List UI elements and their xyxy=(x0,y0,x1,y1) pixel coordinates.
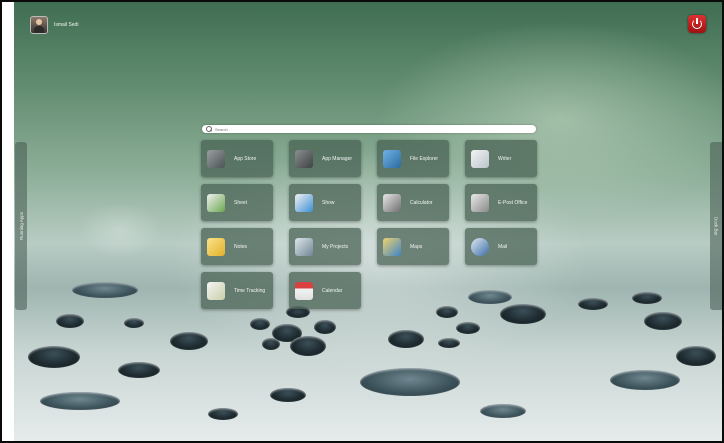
water-drop xyxy=(632,292,662,304)
calendar-icon xyxy=(295,281,313,300)
app-tile-label: E-Post Office xyxy=(498,199,528,206)
app-store-icon xyxy=(207,149,225,168)
app-tile-label: Sheet xyxy=(234,199,248,206)
e-post-office-icon xyxy=(471,193,489,212)
app-tile-e-post-office[interactable]: E-Post Office xyxy=(465,184,537,221)
app-tile-my-projects[interactable]: My Projects xyxy=(289,228,361,265)
search-icon xyxy=(206,126,212,132)
search-bar[interactable] xyxy=(202,125,536,133)
app-tile-label: Calendar xyxy=(322,287,343,294)
water-drop xyxy=(610,370,680,390)
app-tile-writer[interactable]: Writer xyxy=(465,140,537,177)
water-drop xyxy=(170,332,208,350)
calculator-icon xyxy=(383,193,401,212)
app-tile-calculator[interactable]: Calculator xyxy=(377,184,449,221)
app-tile-label: File Explorer xyxy=(410,155,439,162)
app-tile-label: Notes xyxy=(234,243,248,250)
water-drop xyxy=(644,312,682,330)
water-drop xyxy=(72,282,138,298)
search-input[interactable] xyxy=(215,125,515,133)
water-drop xyxy=(578,298,608,310)
water-drop xyxy=(500,304,546,324)
app-tile-notes[interactable]: Notes xyxy=(201,228,273,265)
power-button[interactable] xyxy=(688,15,706,33)
maps-icon xyxy=(383,237,401,256)
app-tile-label: Maps xyxy=(410,243,423,250)
app-tile-label: App Store xyxy=(234,155,257,162)
app-tile-show[interactable]: Show xyxy=(289,184,361,221)
water-drop xyxy=(40,392,120,410)
dock-bar-label: Dock Bar xyxy=(713,216,719,236)
app-tile-label: Calculator xyxy=(410,199,433,206)
water-drop xyxy=(468,290,512,304)
water-drop xyxy=(28,346,80,368)
app-tile-label: Time Tracking xyxy=(234,287,266,294)
water-drop xyxy=(56,314,84,328)
time-tracking-icon xyxy=(207,281,225,300)
app-tile-label: Mail xyxy=(498,243,508,250)
my-projects-icon xyxy=(295,237,313,256)
show-icon xyxy=(295,193,313,212)
app-tile-mail[interactable]: Mail xyxy=(465,228,537,265)
water-drop xyxy=(118,362,160,378)
user-name: Ismail Sedi xyxy=(54,22,79,28)
running-apps-label: Running Apps xyxy=(18,211,24,241)
water-drop xyxy=(290,336,326,356)
water-drop xyxy=(456,322,480,334)
water-drop xyxy=(480,404,526,418)
dock-bar-tab[interactable]: Dock Bar xyxy=(710,142,722,310)
water-drop xyxy=(360,368,460,396)
app-tile-time-tracking[interactable]: Time Tracking xyxy=(201,272,273,309)
app-tile-app-store[interactable]: App Store xyxy=(201,140,273,177)
sheet-icon xyxy=(207,193,225,212)
desktop-background: Ismail Sedi Running Apps Dock Bar App St… xyxy=(0,0,724,443)
app-tile-label: App Manager xyxy=(322,155,353,162)
app-tile-label: Show xyxy=(322,199,335,206)
app-tile-maps[interactable]: Maps xyxy=(377,228,449,265)
app-tile-file-explorer[interactable]: File Explorer xyxy=(377,140,449,177)
water-drop xyxy=(438,338,460,348)
water-drop xyxy=(314,320,336,334)
water-drop xyxy=(208,408,238,420)
water-drop xyxy=(436,306,458,318)
water-drop xyxy=(262,338,280,350)
notes-icon xyxy=(207,237,225,256)
app-tile-calendar[interactable]: Calendar xyxy=(289,272,361,309)
app-tile-label: Writer xyxy=(498,155,512,162)
water-drop xyxy=(388,330,424,348)
water-drop xyxy=(676,346,716,366)
screen-edge xyxy=(0,0,14,443)
user-profile[interactable]: Ismail Sedi xyxy=(30,16,78,34)
app-tile-app-manager[interactable]: App Manager xyxy=(289,140,361,177)
mail-icon xyxy=(471,237,489,256)
app-manager-icon xyxy=(295,149,313,168)
water-drop xyxy=(270,388,306,402)
file-explorer-icon xyxy=(383,149,401,168)
water-drop xyxy=(124,318,144,328)
writer-icon xyxy=(471,149,489,168)
app-tile-label: My Projects xyxy=(322,243,349,250)
water-drop xyxy=(250,318,270,330)
avatar[interactable] xyxy=(30,16,48,34)
app-tile-sheet[interactable]: Sheet xyxy=(201,184,273,221)
running-apps-tab[interactable]: Running Apps xyxy=(15,142,27,310)
